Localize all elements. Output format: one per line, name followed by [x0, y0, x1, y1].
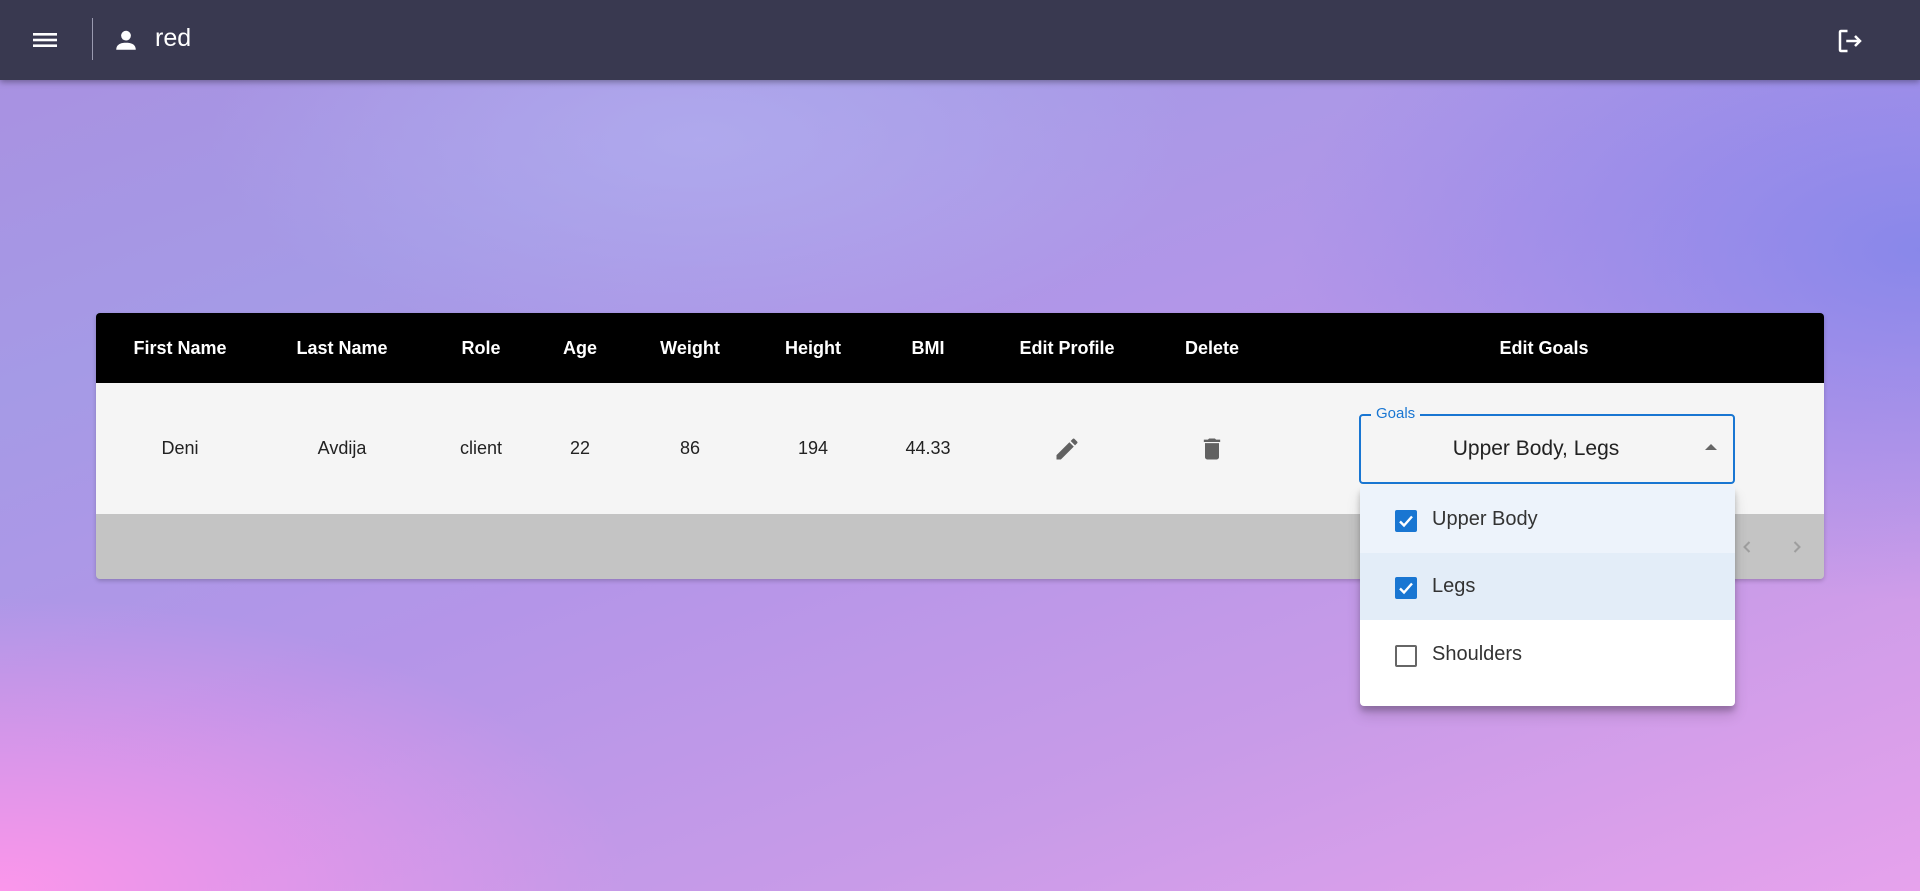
- cell-height: 194: [797, 438, 829, 458]
- cell-age: 22: [569, 438, 591, 458]
- checkbox-checked-icon[interactable]: [1395, 577, 1417, 599]
- caret-up-icon: [1705, 444, 1717, 450]
- cell-role: client: [459, 438, 503, 458]
- checkbox-checked-icon[interactable]: [1395, 510, 1417, 532]
- menu-button[interactable]: [28, 28, 62, 52]
- cell-weight: 86: [679, 438, 701, 458]
- table-header: First Name Last Name Role Age Weight Hei…: [96, 313, 1824, 383]
- column-header-last-name[interactable]: Last Name: [292, 313, 392, 383]
- toolbar-divider: [92, 18, 93, 60]
- edit-profile-button[interactable]: [1053, 435, 1081, 463]
- pencil-icon: [1056, 438, 1078, 460]
- user-name: red: [155, 24, 192, 52]
- goals-option-upper-body[interactable]: Upper Body: [1360, 486, 1735, 553]
- delete-button[interactable]: [1198, 435, 1226, 463]
- app-bar: red: [0, 0, 1920, 80]
- cell-last-name: Avdija: [317, 438, 367, 458]
- column-header-edit-profile: Edit Profile: [1019, 338, 1115, 358]
- previous-page-button[interactable]: [1735, 535, 1759, 559]
- option-label: Shoulders: [1432, 643, 1523, 665]
- chevron-right-icon: [1793, 541, 1801, 553]
- column-header-role[interactable]: Role: [431, 313, 531, 383]
- person-icon: [116, 30, 136, 50]
- option-label: Legs: [1432, 575, 1476, 597]
- column-header-bmi[interactable]: BMI: [878, 313, 978, 383]
- column-header-edit-goals: Edit Goals: [1499, 338, 1589, 358]
- checkbox-unchecked-icon[interactable]: [1395, 645, 1417, 667]
- chevron-left-icon: [1743, 541, 1751, 553]
- cell-first-name: Deni: [161, 438, 199, 458]
- option-label: Upper Body: [1432, 508, 1538, 530]
- goals-option-shoulders[interactable]: Shoulders: [1360, 621, 1735, 688]
- logout-button[interactable]: [1835, 26, 1865, 56]
- column-header-weight[interactable]: Weight: [640, 313, 740, 383]
- column-header-age[interactable]: Age: [530, 313, 630, 383]
- trash-icon: [1203, 438, 1221, 460]
- cell-bmi: 44.33: [905, 438, 951, 458]
- goals-select[interactable]: Goals Upper Body, Legs: [1359, 405, 1735, 484]
- column-header-first-name[interactable]: First Name: [130, 313, 230, 383]
- column-header-delete: Delete: [1184, 338, 1240, 358]
- next-page-button[interactable]: [1785, 535, 1809, 559]
- menu-icon: [33, 33, 57, 47]
- goals-option-legs[interactable]: Legs: [1360, 553, 1735, 620]
- goals-dropdown-menu: Upper Body Legs Shoulders: [1360, 486, 1735, 706]
- column-header-height[interactable]: Height: [763, 313, 863, 383]
- logout-icon: [1838, 29, 1862, 53]
- goals-select-value: Upper Body, Legs: [1452, 437, 1620, 460]
